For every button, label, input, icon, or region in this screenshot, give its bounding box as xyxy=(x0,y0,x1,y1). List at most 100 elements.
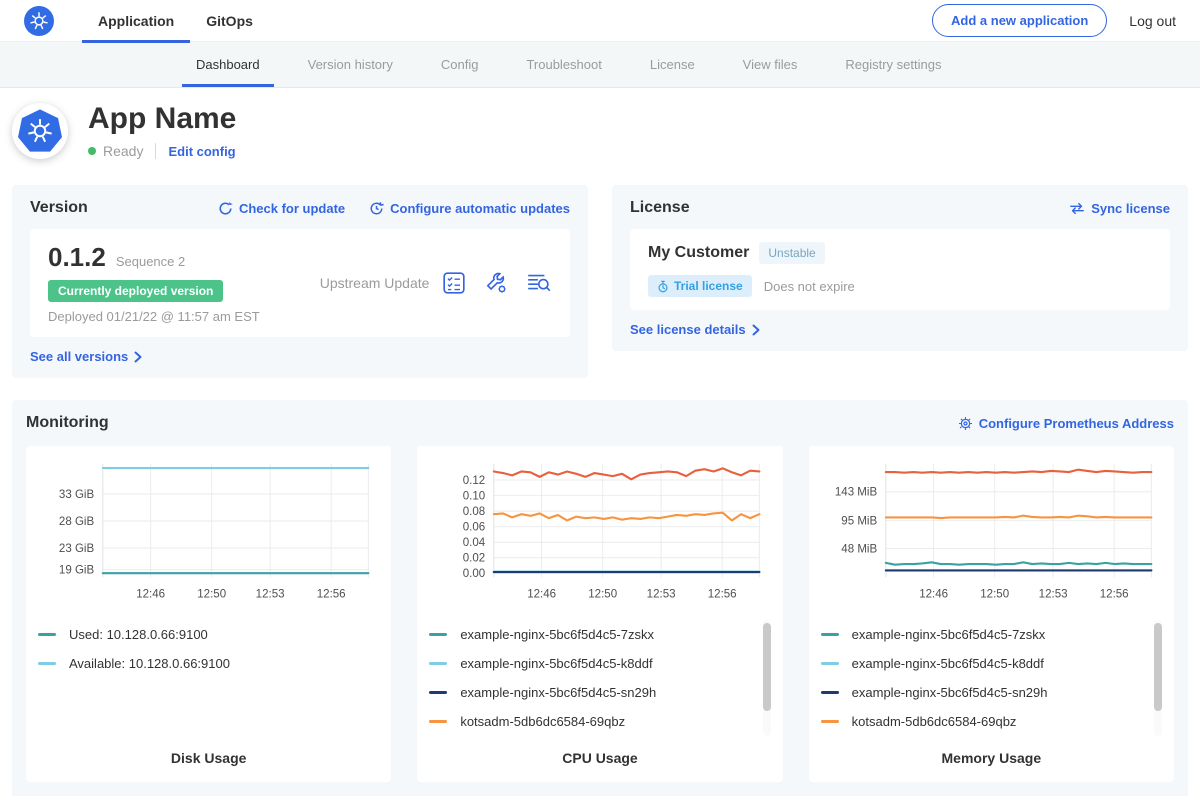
deployed-badge: Currently deployed version xyxy=(48,280,223,302)
license-card: License Sync license My xyxy=(612,185,1188,351)
logout-button[interactable]: Log out xyxy=(1129,13,1176,29)
app-avatar xyxy=(12,103,68,159)
legend-label: example-nginx-5bc6f5d4c5-7zskx xyxy=(852,627,1046,642)
trial-license-badge: Trial license xyxy=(648,275,752,297)
svg-text:12:56: 12:56 xyxy=(1099,588,1128,600)
legend-swatch xyxy=(429,633,447,636)
configure-auto-updates-link[interactable]: Configure automatic updates xyxy=(369,201,570,216)
legend-item: example-nginx-5bc6f5d4c5-k8ddf xyxy=(821,649,1146,678)
svg-text:12:46: 12:46 xyxy=(528,588,557,600)
cpu-usage-chart: 0.000.020.040.060.080.100.1212:4612:5012… xyxy=(429,456,770,608)
legend-item: Available: 10.128.0.66:9100 xyxy=(38,649,363,678)
legend-item: kotsadm-5db6dc6584-69qbz xyxy=(821,707,1146,736)
svg-text:95 MiB: 95 MiB xyxy=(841,515,877,527)
legend-label: Used: 10.128.0.66:9100 xyxy=(69,627,208,642)
stopwatch-icon xyxy=(657,280,669,293)
memory-usage-title: Memory Usage xyxy=(821,750,1162,766)
kubernetes-app-icon xyxy=(18,109,62,153)
svg-text:12:56: 12:56 xyxy=(708,588,737,600)
license-expiry: Does not expire xyxy=(764,279,855,294)
legend-scrollbar xyxy=(1154,620,1162,736)
see-license-details-label: See license details xyxy=(630,322,746,337)
legend-item: kotsadm-5db6dc6584-69qbz xyxy=(429,707,754,736)
sync-license-link[interactable]: Sync license xyxy=(1069,201,1170,216)
legend-label: example-nginx-5bc6f5d4c5-sn29h xyxy=(852,685,1048,700)
status-text: Ready xyxy=(103,143,143,159)
refresh-icon xyxy=(218,201,233,216)
add-application-button[interactable]: Add a new application xyxy=(932,4,1107,37)
tab-version-history[interactable]: Version history xyxy=(284,42,417,87)
kubernetes-logo-icon xyxy=(24,6,54,36)
legend-label: Available: 10.128.0.66:9100 xyxy=(69,656,230,671)
memory-usage-chart: 143 MiB95 MiB48 MiB12:4612:5012:5312:56 xyxy=(821,456,1162,608)
trial-license-label: Trial license xyxy=(674,279,743,293)
topnav-tab-gitops[interactable]: GitOps xyxy=(190,0,269,42)
see-license-details-link[interactable]: See license details xyxy=(630,322,760,337)
legend-swatch xyxy=(821,633,839,636)
monitoring-section: Monitoring Configure Prometheus Address … xyxy=(12,400,1188,796)
chevron-right-icon xyxy=(134,351,142,363)
see-all-versions-label: See all versions xyxy=(30,349,128,364)
legend-label: example-nginx-5bc6f5d4c5-k8ddf xyxy=(852,656,1044,671)
svg-text:12:53: 12:53 xyxy=(256,588,285,600)
tab-config[interactable]: Config xyxy=(417,42,503,87)
configure-prometheus-link[interactable]: Configure Prometheus Address xyxy=(958,416,1174,431)
tab-view-files[interactable]: View files xyxy=(719,42,822,87)
svg-text:0.00: 0.00 xyxy=(463,568,485,580)
sync-license-label: Sync license xyxy=(1091,201,1170,216)
legend-item: example-nginx-5bc6f5d4c5-7zskx xyxy=(821,620,1146,649)
svg-text:0.12: 0.12 xyxy=(463,475,485,487)
scrollbar-thumb[interactable] xyxy=(763,623,771,711)
version-source: Upstream Update xyxy=(320,275,430,291)
chevron-right-icon xyxy=(752,324,760,336)
legend-swatch xyxy=(821,691,839,694)
version-number: 0.1.2 xyxy=(48,242,106,273)
svg-text:12:50: 12:50 xyxy=(589,588,618,600)
check-for-update-link[interactable]: Check for update xyxy=(218,201,345,216)
config-wrench-icon[interactable] xyxy=(484,271,508,295)
monitoring-title: Monitoring xyxy=(26,414,109,432)
legend-swatch xyxy=(38,633,56,636)
status-dot xyxy=(88,147,96,155)
legend-label: kotsadm-5db6dc6584-69qbz xyxy=(852,714,1017,729)
tab-registry-settings[interactable]: Registry settings xyxy=(821,42,965,87)
legend-item: Used: 10.128.0.66:9100 xyxy=(38,620,363,649)
app-header: App Name Ready Edit config xyxy=(0,88,1200,175)
sync-arrows-icon xyxy=(1069,202,1085,215)
tab-dashboard[interactable]: Dashboard xyxy=(172,42,284,87)
legend-swatch xyxy=(821,662,839,665)
top-nav: Application GitOps Add a new application… xyxy=(0,0,1200,42)
memory-usage-chart-card: 143 MiB95 MiB48 MiB12:4612:5012:5312:56 … xyxy=(809,446,1174,782)
scrollbar-thumb[interactable] xyxy=(1154,623,1162,711)
gear-icon xyxy=(958,416,973,431)
see-all-versions-link[interactable]: See all versions xyxy=(30,349,142,364)
edit-config-link[interactable]: Edit config xyxy=(168,144,235,159)
configure-auto-updates-label: Configure automatic updates xyxy=(390,201,570,216)
legend-swatch xyxy=(429,720,447,723)
license-card-title: License xyxy=(630,199,690,217)
disk-usage-chart-card: 33 GiB28 GiB23 GiB19 GiB12:4612:5012:531… xyxy=(26,446,391,782)
legend-label: example-nginx-5bc6f5d4c5-sn29h xyxy=(460,685,656,700)
svg-text:12:50: 12:50 xyxy=(197,588,226,600)
current-version-box: 0.1.2 Sequence 2 Currently deployed vers… xyxy=(30,229,570,337)
tab-troubleshoot[interactable]: Troubleshoot xyxy=(502,42,625,87)
sequence-label: Sequence 2 xyxy=(116,254,185,269)
svg-text:48 MiB: 48 MiB xyxy=(841,543,877,555)
svg-text:23 GiB: 23 GiB xyxy=(59,543,95,555)
svg-text:12:46: 12:46 xyxy=(136,588,165,600)
legend-label: example-nginx-5bc6f5d4c5-k8ddf xyxy=(460,656,652,671)
svg-text:33 GiB: 33 GiB xyxy=(59,489,95,501)
disk-usage-chart: 33 GiB28 GiB23 GiB19 GiB12:4612:5012:531… xyxy=(38,456,379,608)
cpu-usage-title: CPU Usage xyxy=(429,750,770,766)
topnav-tab-application[interactable]: Application xyxy=(82,0,190,42)
version-card: Version Check for update xyxy=(12,185,588,378)
preflight-checks-icon[interactable] xyxy=(442,271,466,295)
page-title: App Name xyxy=(88,102,236,136)
deploy-logs-icon[interactable] xyxy=(526,271,552,295)
legend-label: kotsadm-5db6dc6584-69qbz xyxy=(460,714,625,729)
legend-item: example-nginx-5bc6f5d4c5-sn29h xyxy=(429,678,754,707)
tab-license[interactable]: License xyxy=(626,42,719,87)
legend-swatch xyxy=(821,720,839,723)
deployed-timestamp: Deployed 01/21/22 @ 11:57 am EST xyxy=(48,309,260,324)
auto-update-clock-icon xyxy=(369,201,384,216)
